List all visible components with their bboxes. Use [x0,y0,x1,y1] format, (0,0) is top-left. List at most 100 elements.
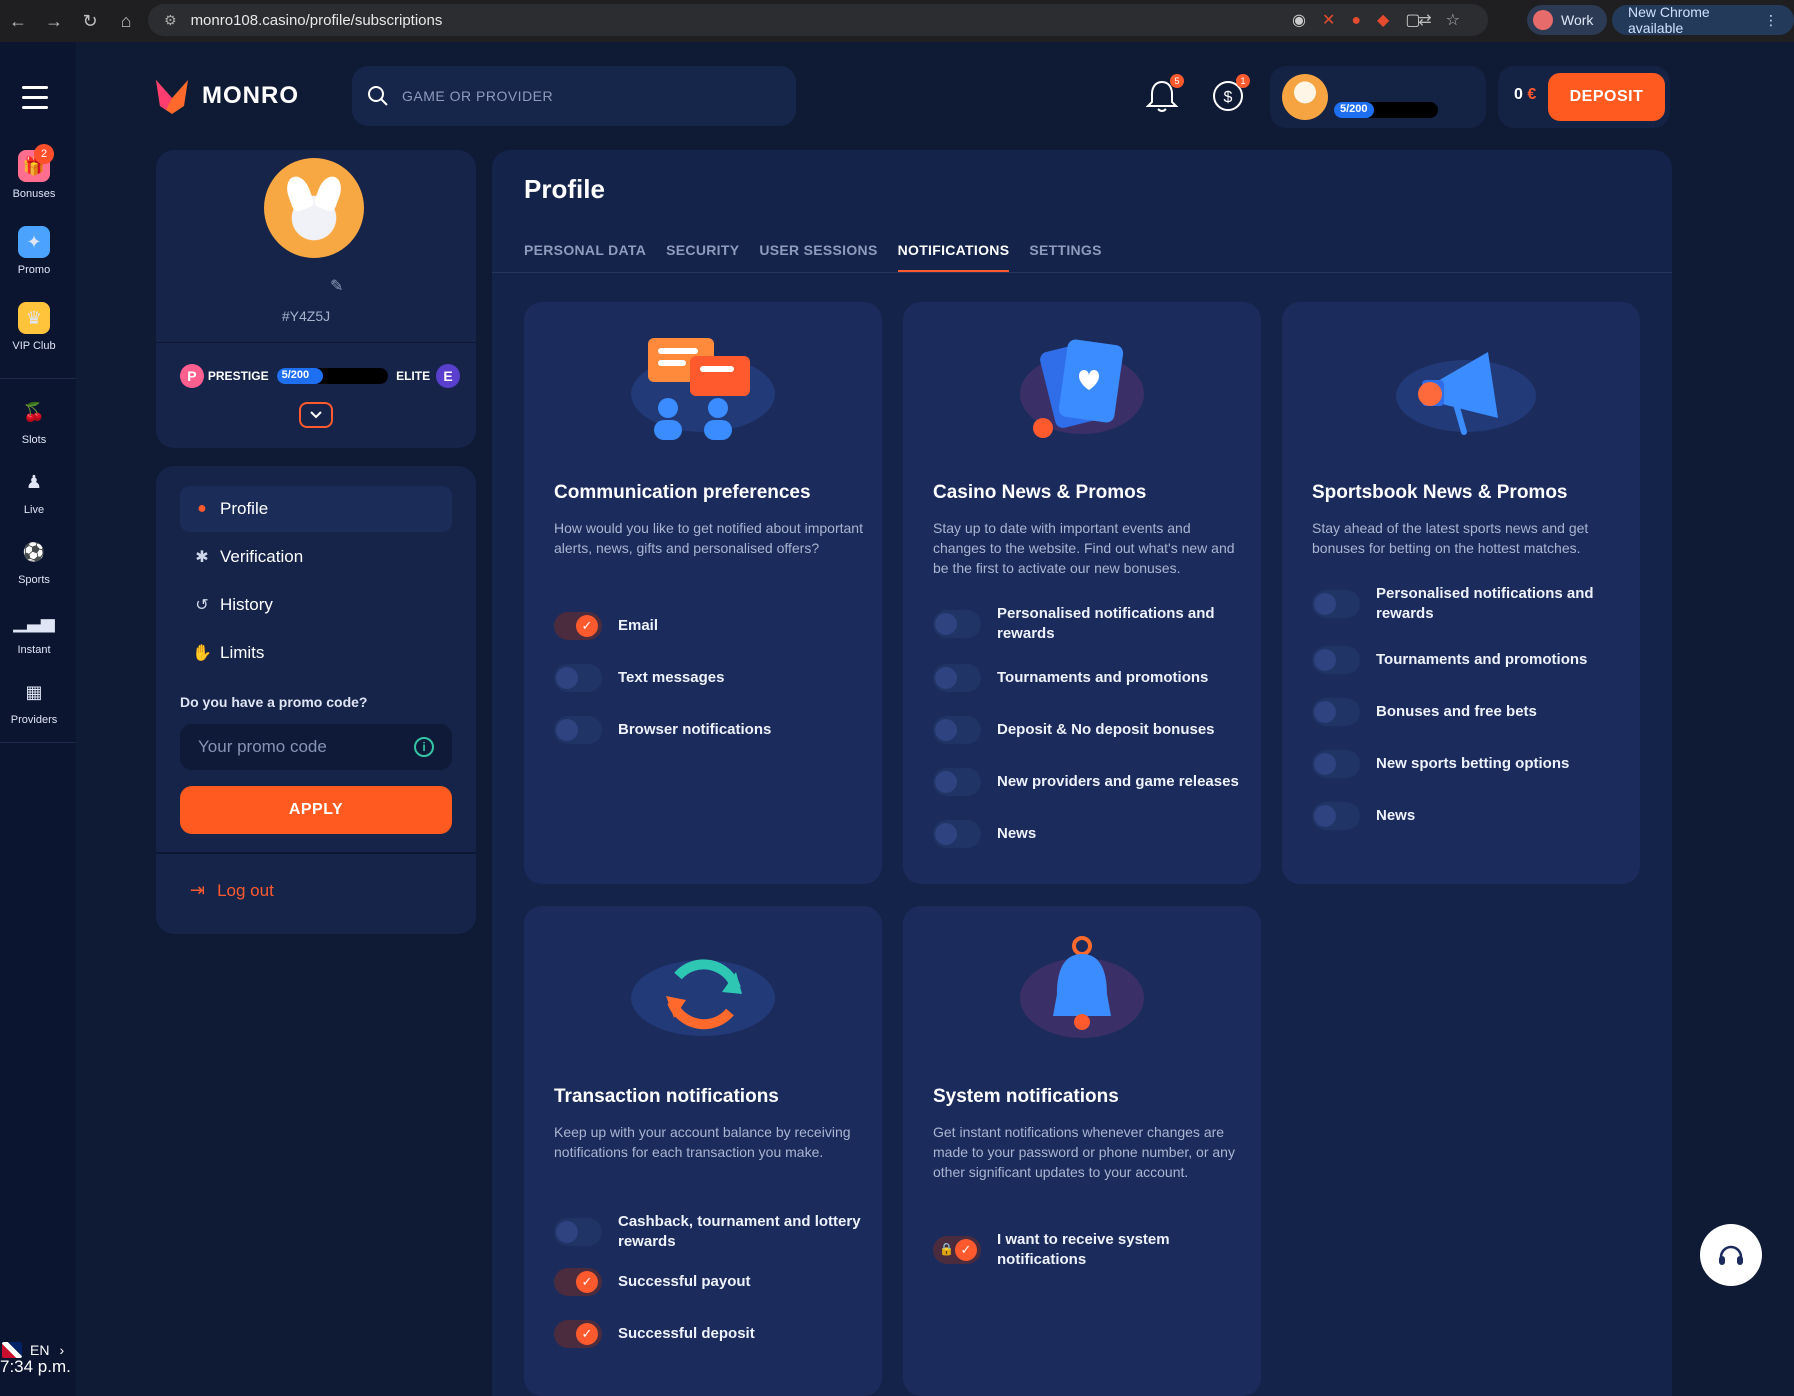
chat-people-icon [631,338,775,440]
menu-item-history[interactable]: ↺ History [180,582,452,628]
promo-code-input[interactable] [198,737,398,757]
more-menu-icon[interactable]: ⋮ [1764,12,1778,29]
deposit-button[interactable]: DEPOSIT [1548,73,1665,121]
rail-item-live[interactable]: ♟ Live [0,466,68,517]
logout-button[interactable]: ⇥ Log out [190,880,274,901]
sports-tournaments-toggle[interactable] [1312,646,1360,674]
history-icon: ↺ [195,597,209,614]
level-progress-bar: 5/200 [1334,102,1438,118]
menu-item-verification[interactable]: ✱ Verification [180,534,452,580]
casino-personalised-toggle[interactable] [933,610,981,638]
rail-item-slots[interactable]: 🍒 Slots [0,396,68,447]
apply-button[interactable]: APPLY [180,786,452,834]
casino-deposit-bonuses-toggle[interactable] [933,716,981,744]
sportsbook-news-card: Sportsbook News & Promos Stay ahead of t… [1282,302,1640,884]
edit-pencil-icon[interactable]: ✎ [330,276,343,296]
profile-avatar-icon [1533,10,1553,30]
email-toggle[interactable]: ✓ [554,612,602,640]
language-selector[interactable]: EN › [2,1342,64,1358]
option-row: News [1312,802,1622,830]
tier-progress-bar: 5/200 [276,368,389,384]
tab-settings[interactable]: SETTINGS [1029,242,1101,273]
puzzle-icon[interactable]: ▢ [1405,12,1436,29]
rail-item-vip-club[interactable]: ♛ VIP Club [0,302,68,352]
system-clock: 7:34 p.m. [0,1357,71,1376]
rail-item-sports[interactable]: ⚽ Sports [0,536,68,587]
browser-toolbar: ← → ↻ ⌂ ⚙ monro108.casino/profile/subscr… [0,0,1794,42]
profile-menu: ● Profile ✱ Verification ↺ History ✋ Lim… [156,466,476,934]
menu-item-profile[interactable]: ● Profile [180,486,452,532]
rail-label: Live [23,504,45,516]
update-chrome-button[interactable]: New Chrome available ⋮ [1612,4,1794,36]
option-label: News [997,825,1037,842]
promo-icon: ✦ [18,226,50,258]
option-label: Tournaments and promotions [1376,651,1588,668]
casino-tournaments-toggle[interactable] [933,664,981,692]
sports-personalised-toggle[interactable] [1312,590,1360,618]
successful-payout-toggle[interactable]: ✓ [554,1268,602,1296]
option-label: Browser notifications [618,721,772,738]
lock-icon: 🔒 [939,1242,954,1256]
profile-label: Work [1561,12,1594,28]
rail-item-instant[interactable]: ▁▃▅ Instant [0,606,68,657]
casino-new-providers-toggle[interactable] [933,768,981,796]
rail-item-bonuses[interactable]: 🎁 2 Bonuses [0,144,68,200]
chevron-down-icon [310,411,322,419]
rail-item-providers[interactable]: ▦ Providers [0,676,68,727]
site-settings-icon[interactable]: ⚙ [164,12,177,29]
transaction-notifications-card: Transaction notifications Keep up with y… [524,906,882,1396]
rail-label: Promo [17,264,51,276]
menu-label: History [220,595,273,614]
brand-logo[interactable]: MONRO [154,76,299,116]
casino-news-toggle[interactable] [933,820,981,848]
notifications-button[interactable]: 5 [1144,74,1184,114]
reload-icon[interactable]: ↻ [72,11,108,32]
extension-icon[interactable]: ◆ [1377,12,1405,29]
extension-icon[interactable]: ✕ [1322,12,1351,29]
cashback-button[interactable]: $ 1 [1210,74,1250,114]
option-label: I want to receive system notifications [997,1231,1170,1268]
game-search[interactable]: GAME OR PROVIDER [352,66,796,126]
tab-user-sessions[interactable]: USER SESSIONS [759,242,877,273]
browser-notifications-toggle[interactable] [554,716,602,744]
rail-item-promo[interactable]: ✦ Promo [0,226,68,276]
text-messages-toggle[interactable] [554,664,602,692]
system-notifications-toggle: 🔒 ✓ [933,1236,981,1264]
tab-personal-data[interactable]: PERSONAL DATA [524,242,646,273]
hamburger-menu-icon[interactable] [22,86,48,116]
option-label: Successful deposit [618,1325,755,1342]
user-level-widget[interactable]: 5/200 [1270,66,1486,128]
successful-deposit-toggle[interactable]: ✓ [554,1320,602,1348]
expand-button[interactable] [299,402,333,428]
menu-item-limits[interactable]: ✋ Limits [180,630,452,676]
chart-icon: ▁▃▅ [13,611,55,632]
gear-icon: ✱ [195,549,209,566]
logout-label: Log out [217,880,274,900]
level-progress-label: 5/200 [1334,102,1374,118]
option-label: Deposit & No deposit bonuses [997,721,1215,738]
support-chat-button[interactable] [1700,1224,1762,1286]
tab-security[interactable]: SECURITY [666,242,739,273]
sports-news-toggle[interactable] [1312,802,1360,830]
sports-new-options-toggle[interactable] [1312,750,1360,778]
bell-illustration-icon [1020,936,1144,1038]
back-icon[interactable]: ← [0,11,36,32]
chrome-profile-button[interactable]: Work [1527,5,1608,35]
home-icon[interactable]: ⌂ [108,11,144,32]
cashback-rewards-toggle[interactable] [554,1218,602,1246]
forward-icon[interactable]: → [36,11,72,32]
info-icon[interactable]: i [414,737,434,757]
sports-free-bets-toggle[interactable] [1312,698,1360,726]
balance-amount: 0 [1514,86,1523,103]
monro-logo-icon [156,80,188,114]
extension-icon[interactable]: ◉ [1292,12,1322,29]
address-bar[interactable]: ⚙ monro108.casino/profile/subscriptions … [148,4,1488,36]
rail-label: Providers [10,714,58,726]
tab-notifications[interactable]: NOTIFICATIONS [897,242,1010,273]
refresh-arrows-icon [631,959,775,1036]
bookmark-star-icon[interactable]: ☆ [1446,12,1474,29]
rail-label: Slots [21,434,47,446]
extension-icon[interactable]: ● [1351,12,1377,29]
option-row: Text messages [554,664,864,692]
option-row: New sports betting options [1312,750,1622,778]
